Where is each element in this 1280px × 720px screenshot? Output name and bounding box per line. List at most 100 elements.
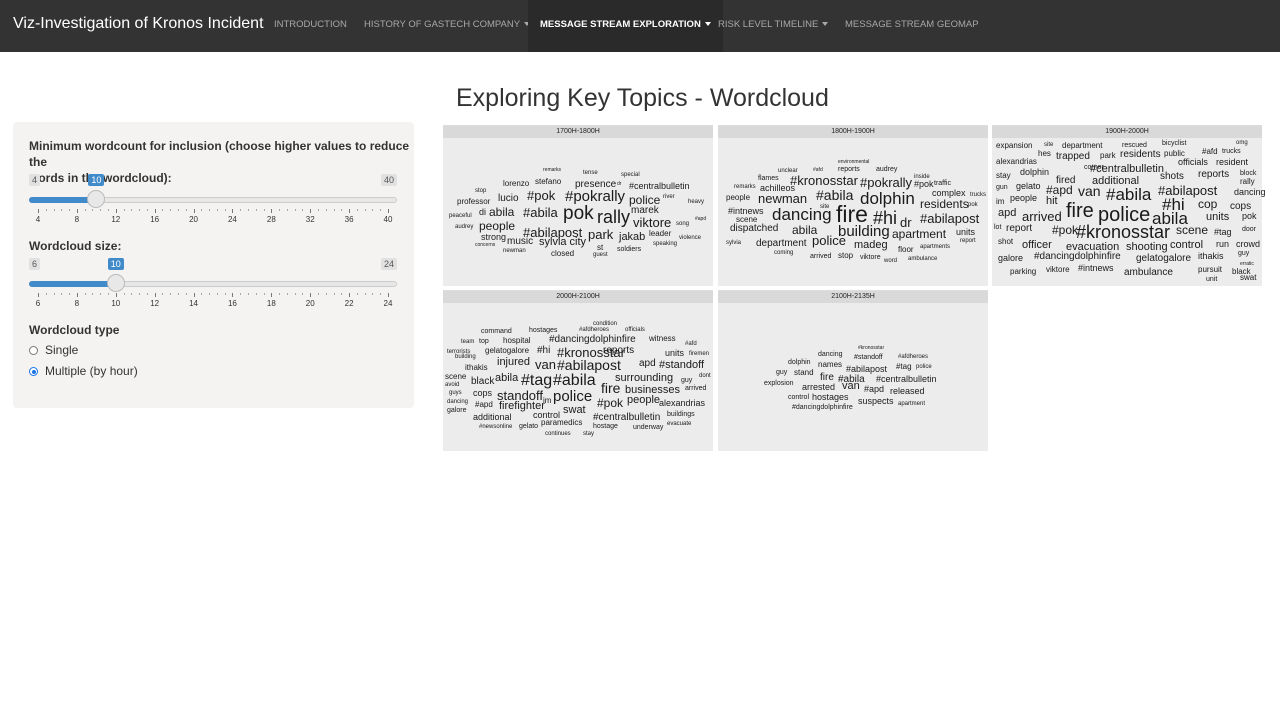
wordcloud-word: residents: [1120, 149, 1161, 160]
wordcloud-word: #tag: [896, 362, 912, 371]
slider-minor-tick: [356, 209, 358, 211]
slider-tick-label: 16: [227, 299, 237, 308]
wordcloud-word: #dancingdolphinfire: [549, 334, 636, 345]
slider-minor-tick: [333, 293, 335, 295]
wordcloud-word: im: [996, 197, 1005, 206]
size-slider[interactable]: 6 24 10 6 8 10 12 14 16 18 20 22 24: [29, 258, 397, 316]
wordcloud-word: report: [1006, 223, 1033, 234]
wordcloud-word: flames: [758, 175, 779, 182]
wordcloud-word: #pokrally: [860, 175, 913, 190]
slider-minor-tick: [216, 293, 218, 295]
wordcloud-word: #centralbulletin: [593, 412, 661, 423]
wordcloud-word: stay: [583, 431, 595, 437]
app-title[interactable]: Viz-Investigation of Kronos Incident: [13, 15, 264, 33]
wordcount-slider[interactable]: 4 40 10 4 8 12 16 20 24 28 32 36 40: [29, 174, 397, 232]
panel-title: 2000H-2100H: [443, 291, 713, 303]
wordcloud-word: continues: [545, 431, 571, 437]
slider-handle[interactable]: [106, 274, 125, 292]
wordcloud-word: officials: [1178, 157, 1208, 167]
radio-circle-checked[interactable]: [29, 367, 38, 376]
slider-minor-tick: [248, 293, 249, 295]
slider-max-label: 24: [380, 258, 397, 270]
slider-minor-tick: [333, 209, 335, 211]
wordcloud-word: concerns: [475, 242, 496, 248]
wordcloud-word: command: [481, 328, 512, 335]
nav-geomap[interactable]: MESSAGE STREAM GEOMAP: [845, 0, 979, 52]
navbar: Viz-Investigation of Kronos Incident INT…: [0, 0, 1280, 52]
wordcloud-word: parking: [1010, 267, 1037, 276]
wordcloud-word: #pok: [597, 396, 624, 410]
slider-minor-tick: [84, 209, 86, 211]
slider-handle[interactable]: [87, 190, 106, 208]
slider-tick: [271, 293, 273, 297]
slider-minor-tick: [53, 293, 55, 295]
slider-minor-tick: [100, 293, 102, 295]
wordcloud-word: environmental: [838, 159, 870, 165]
nav-introduction-label: INTRODUCTION: [274, 19, 347, 30]
wordcloud-word: units: [665, 348, 685, 358]
wordcloud-word: cops: [473, 388, 493, 398]
wordcloud-word: #standoff: [854, 354, 883, 361]
wordcloud-word: scene: [445, 372, 467, 381]
wordcloud-word: underway: [633, 424, 664, 431]
slider-minor-tick: [240, 209, 242, 211]
wordcloud-word: #hi: [537, 345, 551, 356]
wordcloud-word: #afdheroes: [898, 354, 929, 360]
slider-minor-tick: [131, 209, 133, 211]
nav-risk-timeline-dropdown[interactable]: RISK LEVEL TIMELINE: [718, 0, 829, 52]
wordcount-label-line1: Minimum wordcount for inclusion (choose …: [29, 139, 410, 169]
wordcloud-word: viktore: [860, 254, 881, 261]
wordcloud-word: #abila: [1106, 185, 1152, 204]
wordcloud-panel-1900: 1900H-2000H site expansion department rescue…: [992, 125, 1266, 286]
slider-minor-tick: [209, 209, 211, 211]
slider-tick: [388, 209, 389, 213]
wordcloud-word: additional: [473, 412, 512, 422]
wordcloud-word: building: [455, 354, 476, 360]
slider-minor-tick: [201, 293, 203, 295]
slider-tick: [349, 293, 351, 297]
slider-minor-tick: [294, 293, 296, 295]
slider-minor-tick: [45, 293, 47, 295]
wordcloud-word: arrived: [810, 253, 832, 260]
wordcloud-word: dancing: [447, 399, 469, 405]
chevron-down-icon: [822, 22, 829, 27]
wordcloud-word: audrey: [455, 224, 474, 230]
wordcloud-word: floor: [898, 245, 914, 254]
slider-minor-tick: [286, 209, 288, 211]
wordcloud-word: coming: [774, 250, 794, 256]
wordcloud-word: pursuit: [1198, 265, 1223, 274]
wordcloud-word: tense: [583, 170, 598, 176]
wordcloud-word: hit: [1046, 195, 1058, 207]
wordcloud-word: #afdheroes: [579, 327, 610, 333]
wordcloud-word: van: [1078, 183, 1101, 199]
wordcloud-word: hostage: [593, 423, 618, 430]
slider-max-label: 40: [380, 174, 397, 186]
wordcloud-word: block: [1240, 170, 1257, 177]
radio-multiple[interactable]: Multiple (by hour): [29, 364, 138, 378]
wordcloud-word: explosion: [764, 380, 794, 387]
wordcloud-word: apartment: [892, 227, 947, 241]
nav-introduction[interactable]: INTRODUCTION: [274, 0, 347, 52]
radio-single[interactable]: Single: [29, 343, 78, 357]
wordcloud-word: soldiers: [617, 246, 642, 253]
nav-message-stream-exploration-dropdown[interactable]: MESSAGE STREAM EXPLORATION: [528, 0, 723, 52]
wordcloud-word: im: [543, 396, 552, 405]
slider-minor-tick: [185, 293, 187, 295]
wordcloud-word: closed: [551, 249, 575, 258]
wordcloud-word: heavy: [688, 199, 705, 205]
slider-minor-tick: [92, 293, 94, 295]
wordcloud-word: apartments: [920, 244, 951, 250]
nav-history-dropdown[interactable]: HISTORY OF GASTECH COMPANY: [364, 0, 531, 52]
slider-minor-tick: [162, 209, 164, 211]
nav-message-stream-exploration-label: MESSAGE STREAM EXPLORATION: [540, 19, 701, 30]
wordcloud-word: traffic: [934, 180, 951, 187]
wordcloud-word: #tag: [521, 372, 553, 389]
wordcloud-word: dr: [617, 181, 622, 187]
wordcloud-word: special: [621, 172, 640, 178]
radio-circle[interactable]: [29, 346, 38, 355]
wordcloud-word: omg: [1236, 140, 1248, 146]
wordcloud-word: suspects: [858, 396, 894, 406]
wordcloud-word: dancing: [818, 351, 843, 358]
slider-minor-tick: [170, 293, 172, 295]
slider-minor-tick: [279, 293, 281, 295]
